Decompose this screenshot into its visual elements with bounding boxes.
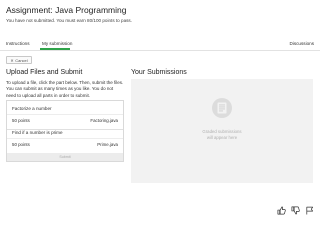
tab-bar: Instructions My submission Discussions — [0, 40, 320, 50]
tabs-divider — [0, 50, 320, 51]
upload-parts-panel: Factorize a number 50 points Factoring.j… — [6, 100, 124, 162]
empty-submissions-message: Graded submissions will appear here — [131, 129, 313, 141]
flag-icon[interactable] — [305, 202, 314, 215]
part-title: Find if a number is prime — [12, 130, 63, 135]
part-divider — [7, 114, 123, 115]
part-filename: Factoring.java — [90, 118, 118, 123]
cancel-button-label: Cancel — [15, 57, 28, 63]
part-title: Factorize a number — [12, 106, 52, 111]
cancel-button[interactable]: ✕ Cancel — [6, 56, 32, 64]
submit-button[interactable]: Submit — [7, 153, 123, 161]
close-icon: ✕ — [10, 57, 14, 63]
upload-heading: Upload Files and Submit — [6, 69, 83, 76]
submission-status: You have not submitted. You must earn 80… — [6, 18, 132, 23]
tab-discussions[interactable]: Discussions — [289, 41, 314, 46]
part-filename: Prime.java — [97, 142, 118, 147]
document-icon — [212, 98, 232, 118]
feedback-icons — [277, 202, 314, 215]
thumbs-down-icon[interactable] — [291, 202, 300, 215]
tab-instructions[interactable]: Instructions — [6, 41, 30, 46]
tab-my-submission[interactable]: My submission — [42, 41, 72, 46]
empty-line-2: will appear here — [206, 135, 238, 140]
upload-instructions: To upload a file, click the part below. … — [6, 80, 124, 98]
submissions-heading: Your Submissions — [131, 69, 187, 76]
page-title: Assignment: Java Programming — [6, 5, 127, 15]
submissions-panel: Graded submissions will appear here — [131, 79, 313, 183]
part-points: 50 points — [12, 118, 30, 123]
upload-part-prime[interactable]: Find if a number is prime 50 points Prim… — [7, 125, 123, 154]
thumbs-up-icon[interactable] — [277, 202, 286, 215]
part-divider — [7, 138, 123, 139]
part-points: 50 points — [12, 142, 30, 147]
